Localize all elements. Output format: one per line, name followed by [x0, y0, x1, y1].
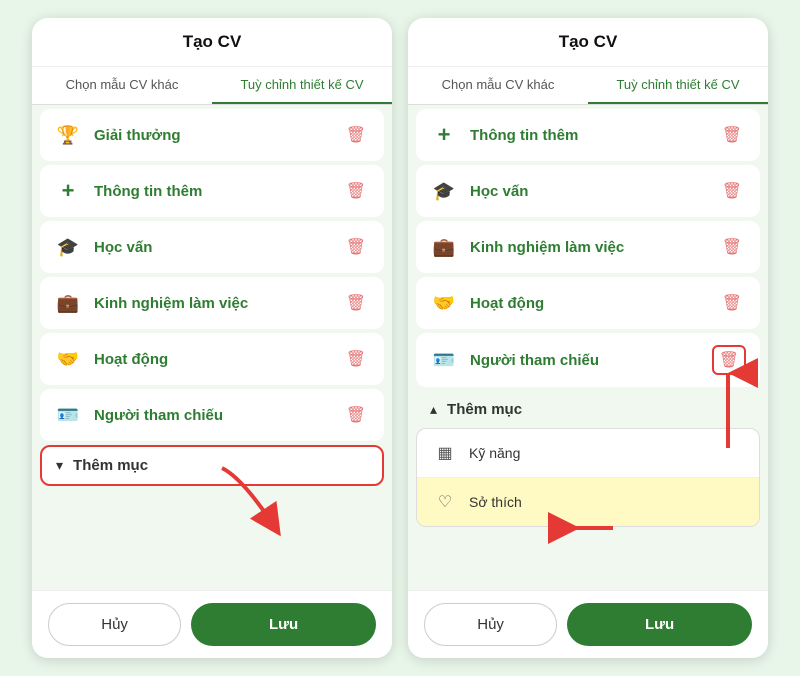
delete-giai-thuong[interactable]: 🗑: [342, 121, 370, 149]
right-card-icon: 🪪: [430, 346, 458, 374]
left-them-muc-section: ▾ Thêm mục: [40, 445, 384, 486]
right-delete-thong-tin[interactable]: 🗑: [718, 121, 746, 149]
right-luu-button[interactable]: Lưu: [567, 603, 752, 646]
right-label-hoat-dong: Hoạt động: [470, 295, 706, 312]
left-them-muc-header[interactable]: ▾ Thêm mục: [40, 445, 384, 486]
left-panel: Tạo CV Chọn mẫu CV khác Tuỳ chỉnh thiết …: [32, 18, 392, 658]
right-chevron-icon: ▴: [430, 401, 437, 418]
left-panel-title: Tạo CV: [32, 18, 392, 67]
left-item-giai-thuong: 🏆 Giải thưởng 🗑: [40, 109, 384, 161]
right-label-so-thich: Sở thích: [469, 494, 522, 510]
right-handshake-icon: 🤝: [430, 289, 458, 317]
left-luu-button[interactable]: Lưu: [191, 603, 376, 646]
right-delete-nguoi-tham[interactable]: 🗑: [712, 345, 746, 375]
right-footer: Hủy Lưu: [408, 590, 768, 658]
right-item-hoat-dong: 🤝 Hoạt động 🗑: [416, 277, 760, 329]
right-plus-icon: +: [430, 121, 458, 149]
left-label-nguoi-tham: Người tham chiếu: [94, 407, 330, 424]
right-panel: Tạo CV Chọn mẫu CV khác Tuỳ chỉnh thiết …: [408, 18, 768, 658]
right-label-thong-tin: Thông tin thêm: [470, 127, 706, 144]
right-delete-hoat-dong[interactable]: 🗑: [718, 289, 746, 317]
left-menu-list: 🏆 Giải thưởng 🗑 + Thông tin thêm 🗑 🎓 Học…: [32, 105, 392, 590]
left-label-giai-thuong: Giải thưởng: [94, 127, 330, 144]
left-tab-1[interactable]: Chọn mẫu CV khác: [32, 67, 212, 104]
left-item-hoc-van: 🎓 Học vấn 🗑: [40, 221, 384, 273]
right-them-muc-header[interactable]: ▴ Thêm mục: [416, 391, 760, 428]
right-dropdown-so-thich[interactable]: ♡ Sở thích: [417, 478, 759, 526]
right-item-hoc-van: 🎓 Học vấn 🗑: [416, 165, 760, 217]
right-item-thong-tin: + Thông tin thêm 🗑: [416, 109, 760, 161]
left-label-hoat-dong: Hoạt động: [94, 351, 330, 368]
delete-hoc-van[interactable]: 🗑: [342, 233, 370, 261]
right-briefcase-icon: 💼: [430, 233, 458, 261]
left-huy-button[interactable]: Hủy: [48, 603, 181, 646]
right-menu-list: + Thông tin thêm 🗑 🎓 Học vấn 🗑 💼 Kinh ng…: [408, 105, 768, 590]
delete-kinh-nghiem[interactable]: 🗑: [342, 289, 370, 317]
right-graduation-icon: 🎓: [430, 177, 458, 205]
right-them-muc-dropdown: ▦ Kỹ năng ♡ Sở thích: [416, 428, 760, 527]
left-them-muc-label: Thêm mục: [73, 457, 148, 474]
delete-nguoi-tham[interactable]: 🗑: [342, 401, 370, 429]
graduation-icon: 🎓: [54, 233, 82, 261]
delete-thong-tin[interactable]: 🗑: [342, 177, 370, 205]
delete-hoat-dong[interactable]: 🗑: [342, 345, 370, 373]
right-dropdown-ky-nang[interactable]: ▦ Kỹ năng: [417, 429, 759, 478]
right-label-kinh-nghiem: Kinh nghiệm làm việc: [470, 239, 706, 256]
left-tabs: Chọn mẫu CV khác Tuỳ chỉnh thiết kế CV: [32, 67, 392, 105]
right-tab-2[interactable]: Tuỳ chỉnh thiết kế CV: [588, 67, 768, 104]
right-tabs: Chọn mẫu CV khác Tuỳ chỉnh thiết kế CV: [408, 67, 768, 105]
left-chevron-icon: ▾: [56, 457, 63, 474]
left-label-thong-tin: Thông tin thêm: [94, 183, 330, 200]
plus-icon: +: [54, 177, 82, 205]
briefcase-icon: 💼: [54, 289, 82, 317]
left-item-hoat-dong: 🤝 Hoạt động 🗑: [40, 333, 384, 385]
skills-icon: ▦: [433, 441, 457, 465]
right-delete-kinh-nghiem[interactable]: 🗑: [718, 233, 746, 261]
card-icon: 🪪: [54, 401, 82, 429]
right-them-muc-section: ▴ Thêm mục ▦ Kỹ năng ♡ Sở thích: [416, 391, 760, 527]
left-label-kinh-nghiem: Kinh nghiệm làm việc: [94, 295, 330, 312]
left-label-hoc-van: Học vấn: [94, 239, 330, 256]
handshake-icon: 🤝: [54, 345, 82, 373]
left-tab-2[interactable]: Tuỳ chỉnh thiết kế CV: [212, 67, 392, 104]
left-footer: Hủy Lưu: [32, 590, 392, 658]
right-delete-hoc-van[interactable]: 🗑: [718, 177, 746, 205]
right-them-muc-label: Thêm mục: [447, 401, 522, 418]
right-label-hoc-van: Học vấn: [470, 183, 706, 200]
right-tab-1[interactable]: Chọn mẫu CV khác: [408, 67, 588, 104]
left-item-kinh-nghiem: 💼 Kinh nghiệm làm việc 🗑: [40, 277, 384, 329]
left-item-thong-tin: + Thông tin thêm 🗑: [40, 165, 384, 217]
right-panel-title: Tạo CV: [408, 18, 768, 67]
right-huy-button[interactable]: Hủy: [424, 603, 557, 646]
trophy-icon: 🏆: [54, 121, 82, 149]
right-label-nguoi-tham: Người tham chiếu: [470, 352, 700, 369]
right-item-nguoi-tham: 🪪 Người tham chiếu 🗑: [416, 333, 760, 387]
left-item-nguoi-tham: 🪪 Người tham chiếu 🗑: [40, 389, 384, 441]
right-label-ky-nang: Kỹ năng: [469, 445, 520, 461]
right-item-kinh-nghiem: 💼 Kinh nghiệm làm việc 🗑: [416, 221, 760, 273]
hobby-icon: ♡: [433, 490, 457, 514]
